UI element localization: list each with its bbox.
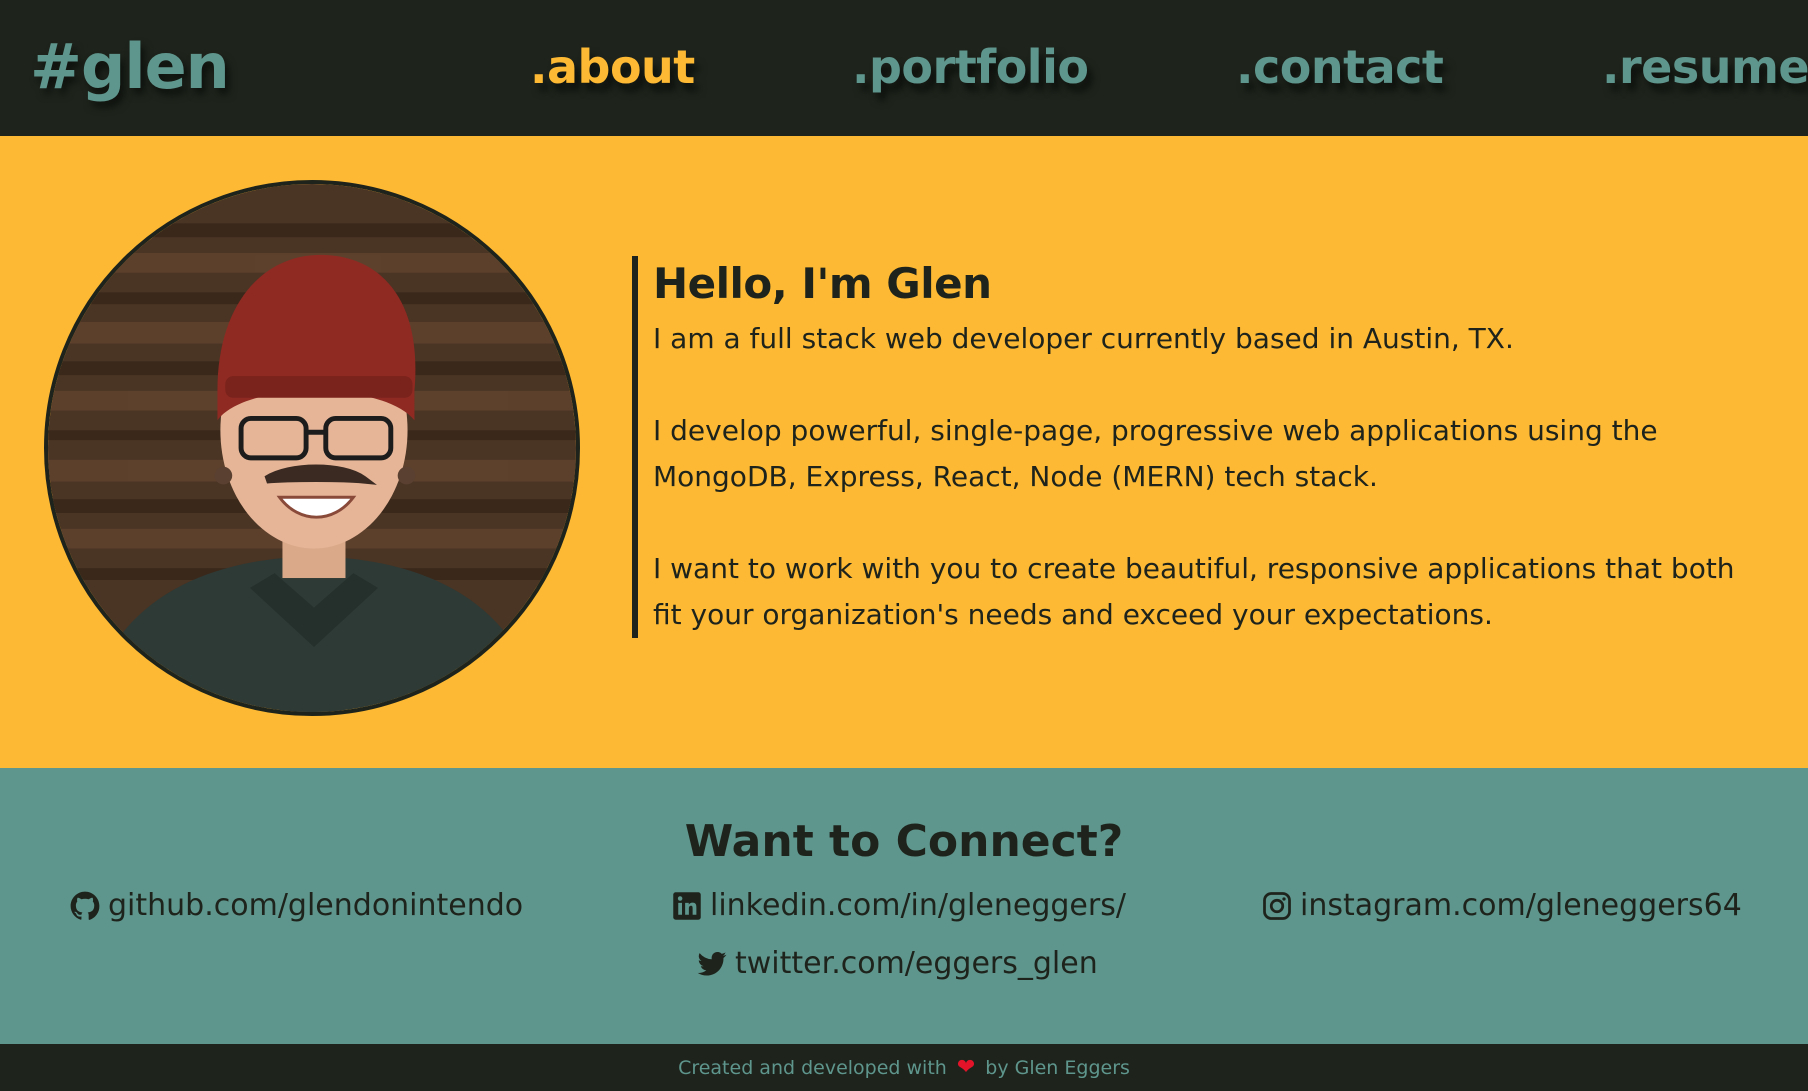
twitter-icon (697, 951, 727, 976)
footer-suffix: by Glen Eggers (985, 1056, 1130, 1079)
linkedin-link-label: linkedin.com/in/gleneggers/ (710, 888, 1126, 923)
about-section: Hello, I'm Glen I am a full stack web de… (0, 136, 1808, 768)
twitter-link[interactable]: twitter.com/eggers_glen (697, 946, 1098, 981)
github-icon (70, 891, 100, 920)
brand-logo[interactable]: #glen (30, 30, 230, 103)
linkedin-icon (673, 891, 701, 920)
instagram-link[interactable]: instagram.com/gleneggers64 (1262, 888, 1742, 923)
profile-photo (44, 180, 580, 716)
bio-paragraph-goal: I want to work with you to create beauti… (653, 552, 1735, 631)
heart-icon: ❤ (956, 1054, 976, 1080)
nav-contact-link[interactable]: .contact (1236, 40, 1444, 94)
top-navigation: #glen .about .portfolio .contact .resume (0, 0, 1808, 136)
bio-paragraph-stack: I develop powerful, single-page, progres… (653, 414, 1658, 493)
instagram-icon (1263, 891, 1291, 920)
connect-section: Want to Connect? github.com/glendoninten… (0, 768, 1808, 1044)
github-link-label: github.com/glendonintendo (108, 888, 524, 923)
twitter-link-label: twitter.com/eggers_glen (735, 946, 1098, 981)
bio-heading: Hello, I'm Glen (653, 259, 992, 308)
github-link[interactable]: github.com/glendonintendo (70, 888, 523, 923)
nav-resume-link[interactable]: .resume (1602, 40, 1808, 94)
nav-portfolio-link[interactable]: .portfolio (852, 40, 1089, 94)
connect-heading: Want to Connect? (684, 816, 1124, 867)
bio-paragraph-location: I am a full stack web developer currentl… (653, 322, 1514, 355)
nav-about-link[interactable]: .about (530, 40, 695, 94)
footer-prefix: Created and developed with (678, 1056, 947, 1079)
bio-block: Hello, I'm Glen I am a full stack web de… (632, 256, 1753, 638)
page-footer: Created and developed with ❤ by Glen Egg… (0, 1044, 1808, 1091)
linkedin-link[interactable]: linkedin.com/in/gleneggers/ (672, 888, 1126, 923)
instagram-link-label: instagram.com/gleneggers64 (1300, 888, 1742, 923)
profile-photo-illustration (48, 184, 576, 712)
